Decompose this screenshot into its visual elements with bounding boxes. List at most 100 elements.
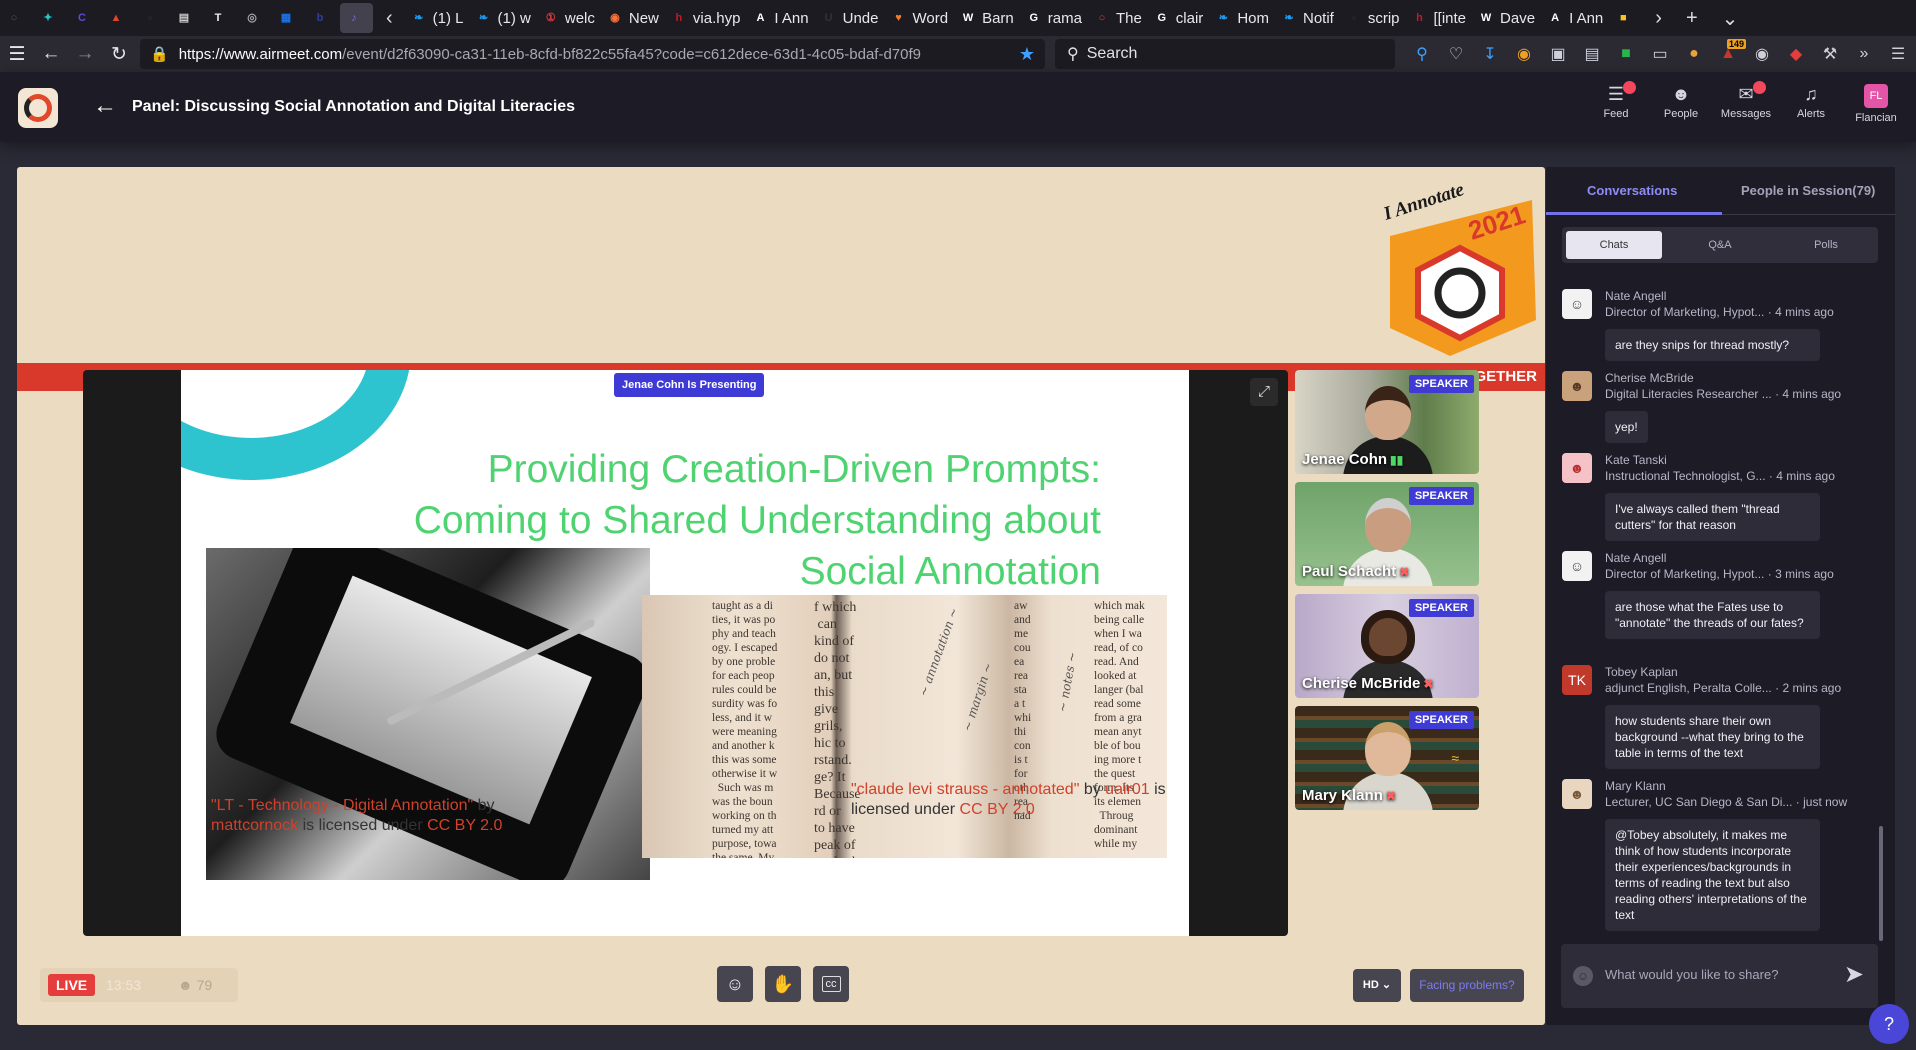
browser-tab[interactable]: ❧ Hom [1209, 3, 1274, 33]
nav-people[interactable]: ☻ People [1651, 84, 1711, 120]
browser-tab[interactable]: ◉ New [601, 3, 664, 33]
message-bubble: are they snips for thread mostly? [1605, 329, 1820, 361]
pocket-icon[interactable]: ♡ [1439, 44, 1473, 64]
browser-tab[interactable]: W Dave [1472, 3, 1540, 33]
overflow-icon[interactable]: » [1847, 45, 1881, 63]
browser-tab[interactable]: A I Ann [746, 3, 813, 33]
browser-tab[interactable]: ❧ Notif [1275, 3, 1339, 33]
notes-icon[interactable]: ▭ [1643, 44, 1677, 64]
tab-scroll-left-icon[interactable]: ‹ [374, 7, 405, 30]
browser-tab[interactable]: h [[inte [1406, 3, 1472, 33]
browser-tab[interactable]: Grama [1020, 3, 1087, 33]
search-box[interactable]: ⚲ Search [1055, 39, 1395, 69]
quality-selector[interactable]: HD ⌄ [1353, 969, 1401, 1002]
medium-icon: ● [146, 12, 154, 24]
cc-icon: cc [821, 976, 841, 992]
tab-conversations[interactable]: Conversations [1587, 183, 1677, 198]
browser-tab-label: I Ann [1569, 9, 1604, 27]
browser-tab[interactable]: A I Ann [1541, 3, 1608, 33]
download-icon[interactable]: ↧ [1473, 44, 1507, 64]
c-icon: C [78, 12, 86, 24]
browser-tab[interactable]: ❧ (1) L [405, 3, 469, 33]
tab-scroll-right-icon[interactable]: › [1643, 7, 1674, 30]
browser-tab[interactable]: ✦ [34, 3, 67, 33]
extension-orange-icon[interactable]: ◉ [1507, 44, 1541, 64]
back-icon[interactable]: ← [34, 43, 68, 65]
nav-feed[interactable]: ☰ Feed [1586, 81, 1646, 120]
reload-icon[interactable]: ↻ [102, 43, 136, 66]
browser-tab[interactable]: ▲ [102, 3, 135, 33]
twitter-icon: ❧ [478, 12, 489, 24]
avatar: FL [1864, 84, 1888, 108]
browser-tab[interactable]: ■ [1609, 3, 1642, 33]
help-button[interactable]: ? [1869, 1004, 1909, 1044]
airmeet-logo[interactable] [18, 88, 58, 128]
nav-messages[interactable]: ✉ Messages [1716, 81, 1776, 120]
burger-extension-icon[interactable]: ● [1677, 45, 1711, 63]
browser-tab[interactable]: ♪ [340, 3, 373, 33]
shield-extension-icon[interactable]: ◆ [1779, 44, 1813, 64]
tab-list-icon[interactable]: ⌄ [1710, 6, 1751, 31]
back-arrow-icon[interactable]: ← [93, 92, 117, 120]
magnifier-icon[interactable]: ⚲ [1405, 44, 1439, 64]
browser-tab[interactable]: T [204, 3, 237, 33]
new-tab-icon[interactable]: + [1674, 7, 1710, 30]
browser-tab[interactable]: ① welc [537, 3, 600, 33]
speaker-tile[interactable]: SPEAKER Paul Schacht ✖ [1295, 482, 1479, 586]
seg-qa[interactable]: Q&A [1672, 231, 1768, 259]
calendar-icon: ▦ [280, 12, 292, 24]
speaker-tile[interactable]: SPEAKER Cherise McBride ✖ [1295, 594, 1479, 698]
facing-problems-button[interactable]: Facing problems? [1410, 969, 1524, 1002]
feed-notification-dot [1623, 81, 1636, 94]
browser-tab[interactable]: ○ The [1088, 3, 1147, 33]
nav-profile[interactable]: FL Flancian [1846, 84, 1906, 124]
emoji-icon[interactable]: ☺ [1573, 966, 1593, 986]
message-time: 4 mins ago [1775, 305, 1834, 319]
browser-tab[interactable]: ● scrip [1340, 3, 1405, 33]
seg-polls[interactable]: Polls [1778, 231, 1874, 259]
browser-tab[interactable]: C [68, 3, 101, 33]
speaker-tile[interactable]: SPEAKER Mary Klann ✖ ≈ [1295, 706, 1479, 810]
seg-chats[interactable]: Chats [1566, 231, 1662, 259]
cube-icon[interactable]: ▣ [1541, 44, 1575, 64]
credit-by: by [473, 797, 495, 814]
browser-tab[interactable]: ◎ [238, 3, 271, 33]
url-bar[interactable]: 🔒 https://www.airmeet.com /event/d2f6309… [140, 39, 1045, 69]
send-icon[interactable]: ➤ [1844, 960, 1864, 989]
browser-tab[interactable]: ❧ (1) w [470, 3, 536, 33]
forward-icon[interactable]: → [68, 43, 102, 65]
sidebar-toggle-icon[interactable]: ☰ [0, 43, 34, 66]
browser-tab[interactable]: U Unde [815, 3, 884, 33]
hand-icon: ✋ [771, 974, 795, 994]
raise-hand-button[interactable]: ✋ [765, 966, 801, 1002]
message-bubble: are those what the Fates use to "annotat… [1605, 591, 1820, 639]
menu-icon[interactable]: ☰ [1881, 44, 1915, 64]
tab-people-in-session[interactable]: People in Session(79) [1741, 183, 1875, 198]
eye-icon[interactable]: ◉ [1745, 44, 1779, 64]
speaker-tile[interactable]: SPEAKER Jenae Cohn ▮▮ [1295, 370, 1479, 474]
browser-tab[interactable]: Gclair [1148, 3, 1209, 33]
browser-tab[interactable]: ▦ [272, 3, 305, 33]
tabs-icon[interactable]: ▤ [1575, 44, 1609, 64]
browser-tab-label: (1) L [432, 9, 464, 27]
emoji-reaction-button[interactable]: ☺ [717, 966, 753, 1002]
ublock-icon[interactable]: ▲ 149 [1711, 39, 1747, 63]
presentation-video[interactable]: Providing Creation-Driven Prompts: Comin… [83, 370, 1288, 936]
browser-tab[interactable]: ● [136, 3, 169, 33]
wrench-icon[interactable]: ⚒ [1813, 44, 1847, 64]
chat-input[interactable]: ☺ What would you like to share? ➤ [1561, 944, 1878, 1008]
captions-button[interactable]: cc [813, 966, 849, 1002]
globe-icon: ◎ [247, 12, 257, 24]
browser-tab[interactable]: W Barn [954, 3, 1019, 33]
browser-tab[interactable]: h via.hyp [665, 3, 746, 33]
browser-tab[interactable]: ▤ [170, 3, 203, 33]
browser-tab[interactable]: ○ [0, 3, 33, 33]
bookmark-star-icon[interactable]: ★ [1019, 44, 1035, 65]
fullscreen-expand-icon[interactable]: ⤢ [1250, 378, 1278, 406]
hypothesis-icon: h [675, 12, 683, 24]
browser-tab[interactable]: b [306, 3, 339, 33]
nav-alerts[interactable]: ♫ Alerts [1781, 84, 1841, 120]
chat-scrollbar[interactable] [1879, 826, 1883, 941]
green-extension-icon[interactable]: ■ [1609, 45, 1643, 63]
browser-tab[interactable]: ♥ Word [884, 3, 953, 33]
